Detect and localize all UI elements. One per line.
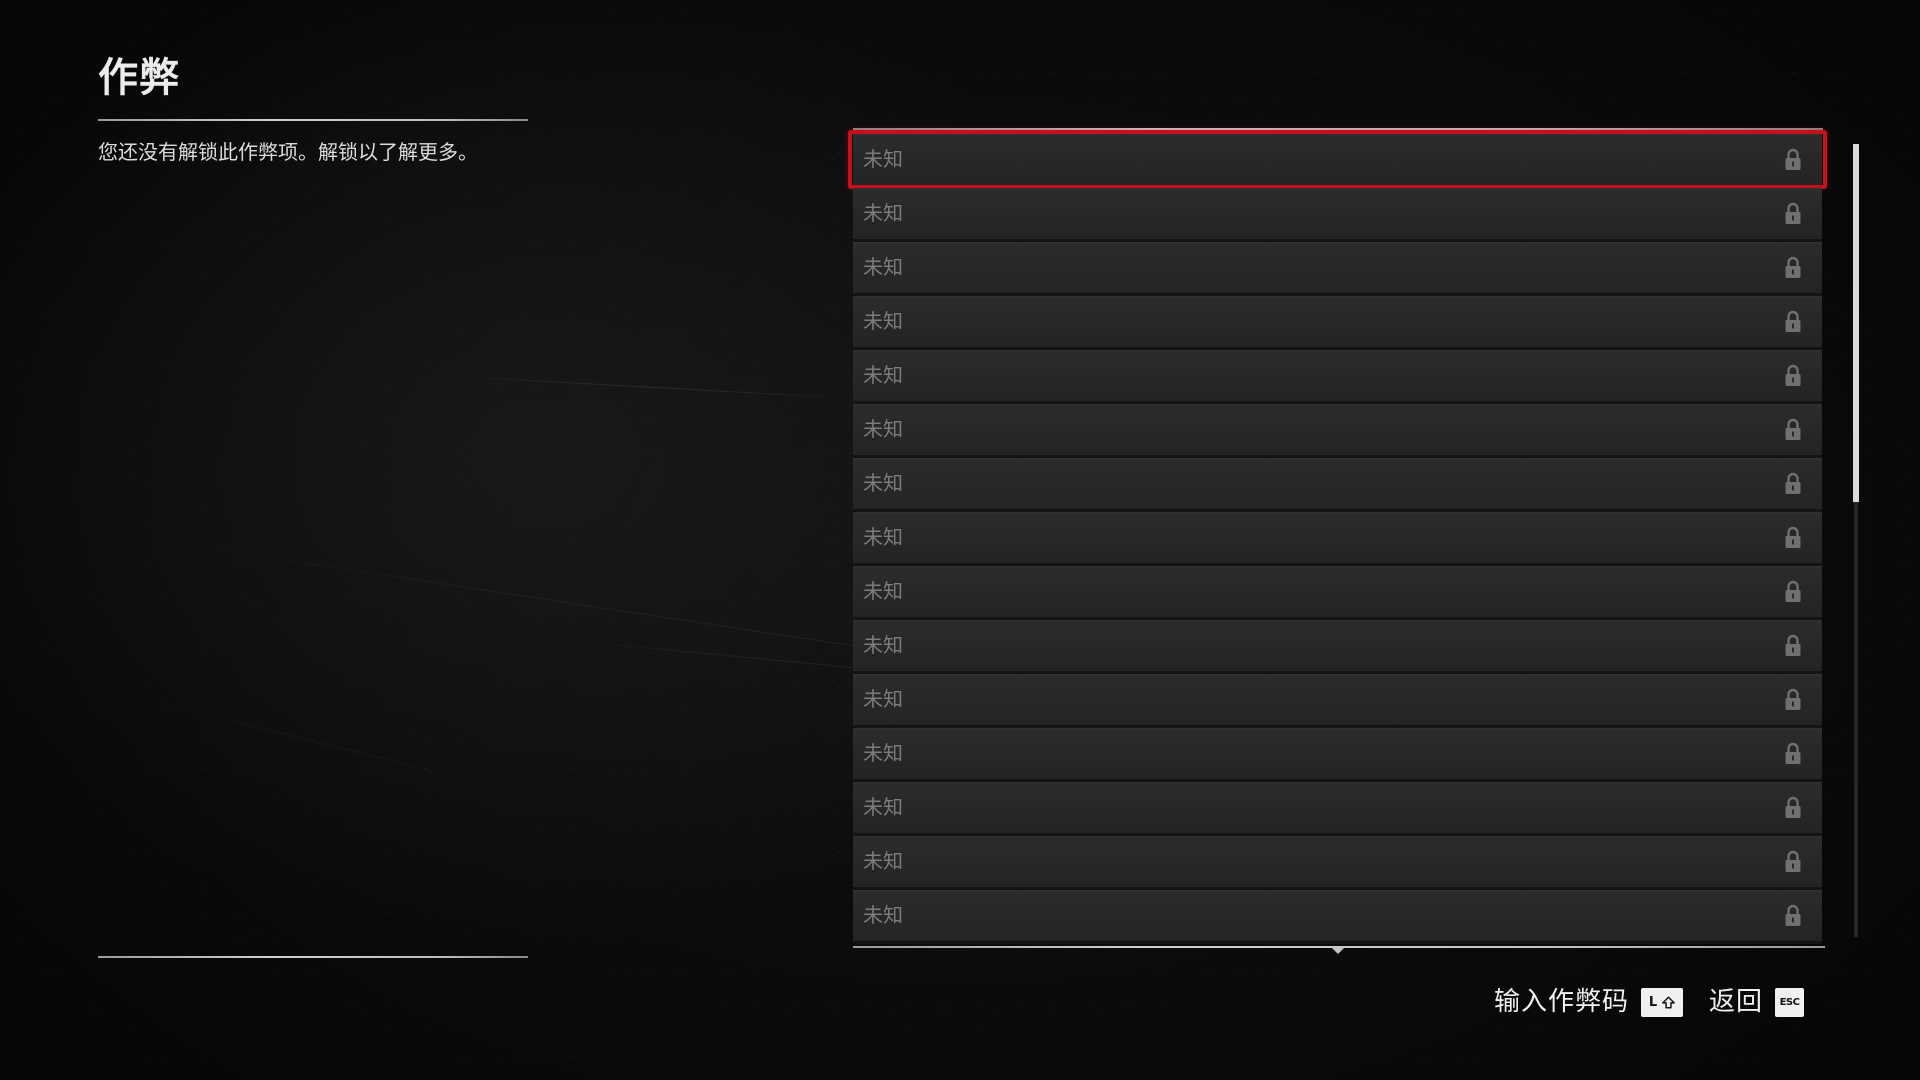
cheat-row[interactable]: 未知 — [853, 890, 1822, 941]
cheat-row-selected[interactable]: 未知 — [848, 130, 1827, 189]
cheat-row[interactable]: 未知 — [853, 242, 1822, 293]
enter-cheat-code-button[interactable]: 输入作弊码 L — [1494, 984, 1684, 1020]
enter-cheat-code-label: 输入作弊码 — [1494, 987, 1630, 1017]
cheat-row[interactable]: 未知 — [853, 836, 1822, 887]
lock-icon — [1784, 850, 1802, 873]
cheat-label: 未知 — [863, 687, 903, 711]
lock-icon — [1784, 526, 1802, 549]
lock-icon — [1784, 904, 1802, 927]
cheat-row[interactable]: 未知 — [853, 458, 1822, 509]
cheat-row[interactable]: 未知 — [853, 674, 1822, 725]
back-button[interactable]: 返回 ESC — [1709, 984, 1805, 1020]
cheat-description: 您还没有解锁此作弊项。解锁以了解更多。 — [98, 140, 478, 164]
lock-icon — [1784, 796, 1802, 819]
shift-icon — [1662, 995, 1676, 1009]
cheat-label: 未知 — [863, 849, 903, 873]
cheat-row[interactable]: 未知 — [853, 350, 1822, 401]
title-divider — [98, 119, 528, 121]
lock-icon — [1784, 634, 1802, 657]
esc-key-hint: ESC — [1775, 987, 1805, 1017]
cheat-label: 未知 — [863, 795, 903, 819]
lock-icon — [1784, 364, 1802, 387]
cheat-label: 未知 — [863, 903, 903, 927]
cheat-row[interactable]: 未知 — [853, 782, 1822, 833]
cheat-label: 未知 — [863, 201, 903, 225]
lock-icon — [1784, 688, 1802, 711]
cheat-row[interactable]: 未知 — [853, 620, 1822, 671]
cheat-label: 未知 — [863, 741, 903, 765]
cheat-label: 未知 — [863, 471, 903, 495]
footer-prompts: 输入作弊码 L 返回 ESC — [1494, 984, 1805, 1020]
cheat-label: 未知 — [863, 525, 903, 549]
cheat-list: 未知 未知 未知 未知 未知 未知 未知 未知 未知 未知 未知 未知 未知 未知 未知 — [848, 130, 1827, 944]
cheat-label: 未知 — [863, 309, 903, 333]
cheat-label: 未知 — [863, 417, 903, 441]
scrollbar-thumb[interactable] — [1853, 144, 1859, 502]
list-scrollbar[interactable] — [1853, 144, 1859, 937]
cheat-label: 未知 — [863, 579, 903, 603]
back-label: 返回 — [1709, 987, 1764, 1017]
lock-icon — [1784, 256, 1802, 279]
lock-icon — [1784, 418, 1802, 441]
key-letter: L — [1648, 994, 1658, 1010]
cheat-label: 未知 — [863, 147, 903, 171]
page-title: 作弊 — [98, 54, 180, 101]
cheat-row[interactable]: 未知 — [853, 404, 1822, 455]
cheat-label: 未知 — [863, 633, 903, 657]
cheat-row[interactable]: 未知 — [853, 188, 1822, 239]
cheat-label: 未知 — [863, 255, 903, 279]
lock-icon — [1784, 472, 1802, 495]
enter-cheat-code-key-hint: L — [1641, 987, 1684, 1017]
list-top-divider — [853, 128, 1823, 130]
lock-icon — [1784, 148, 1802, 171]
cheat-row[interactable]: 未知 — [853, 296, 1822, 347]
lock-icon — [1784, 202, 1802, 225]
lock-icon — [1784, 310, 1802, 333]
lock-icon — [1784, 742, 1802, 765]
cheat-row[interactable]: 未知 — [853, 566, 1822, 617]
cheat-row[interactable]: 未知 — [853, 512, 1822, 563]
chevron-down-icon — [1331, 947, 1345, 954]
lock-icon — [1784, 580, 1802, 603]
cheat-label: 未知 — [863, 363, 903, 387]
description-bottom-divider — [98, 956, 528, 958]
cheat-row[interactable]: 未知 — [853, 728, 1822, 779]
